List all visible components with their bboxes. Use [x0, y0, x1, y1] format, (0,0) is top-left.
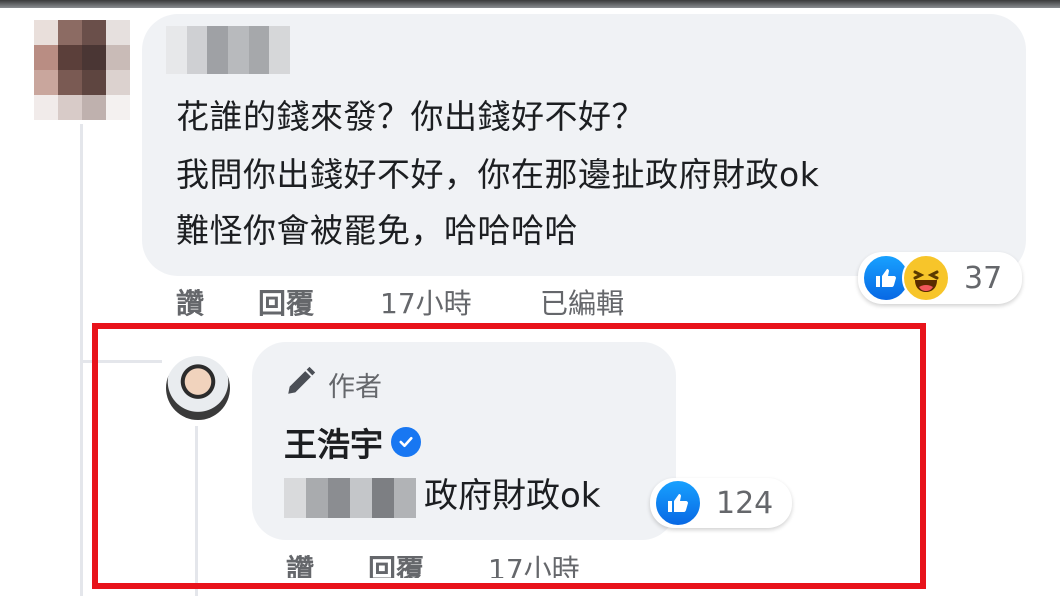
verified-icon: [391, 427, 421, 457]
reaction-count: 124: [716, 485, 774, 521]
author-badge-label: 作者: [328, 372, 382, 403]
author-name-row: 王浩宇: [284, 418, 421, 466]
like-button[interactable]: 讚: [176, 282, 204, 322]
like-icon: [654, 479, 702, 527]
reaction-count: 37: [964, 260, 1003, 296]
author-badge: 作者: [284, 364, 382, 405]
avatar[interactable]: [34, 20, 130, 120]
like-button[interactable]: 讚: [286, 548, 314, 578]
comment-line-3: 難怪你會被罷免，哈哈哈哈: [176, 211, 578, 250]
author-name[interactable]: 王浩宇: [284, 418, 383, 466]
timestamp-link[interactable]: 17小時: [488, 548, 580, 578]
author-avatar[interactable]: [166, 356, 230, 420]
timestamp-link[interactable]: 17小時: [380, 282, 472, 322]
reply-actions: 讚 回覆 17小時: [0, 548, 700, 578]
comment-line-2: 我問你出錢好不好，你在那邊扯政府財政ok: [176, 155, 820, 194]
mentioned-name-blurred[interactable]: [284, 478, 416, 518]
reply-button[interactable]: 回覆: [258, 282, 314, 322]
reply-button[interactable]: 回覆: [368, 548, 424, 578]
reply-text: 政府財政ok: [424, 476, 601, 516]
pencil-icon: [284, 364, 318, 405]
haha-icon: [902, 254, 950, 302]
reply-reactions[interactable]: 124: [650, 478, 792, 528]
comment-reactions[interactable]: 37: [858, 252, 1022, 304]
top-bar: [0, 0, 1060, 8]
comment-line-1: 花誰的錢來發？你出錢好不好？: [176, 97, 645, 136]
comment-actions: 讚 回覆 17小時 已編輯: [0, 282, 700, 322]
edited-label[interactable]: 已編輯: [540, 282, 624, 322]
commenter-name-blurred[interactable]: [166, 26, 291, 74]
